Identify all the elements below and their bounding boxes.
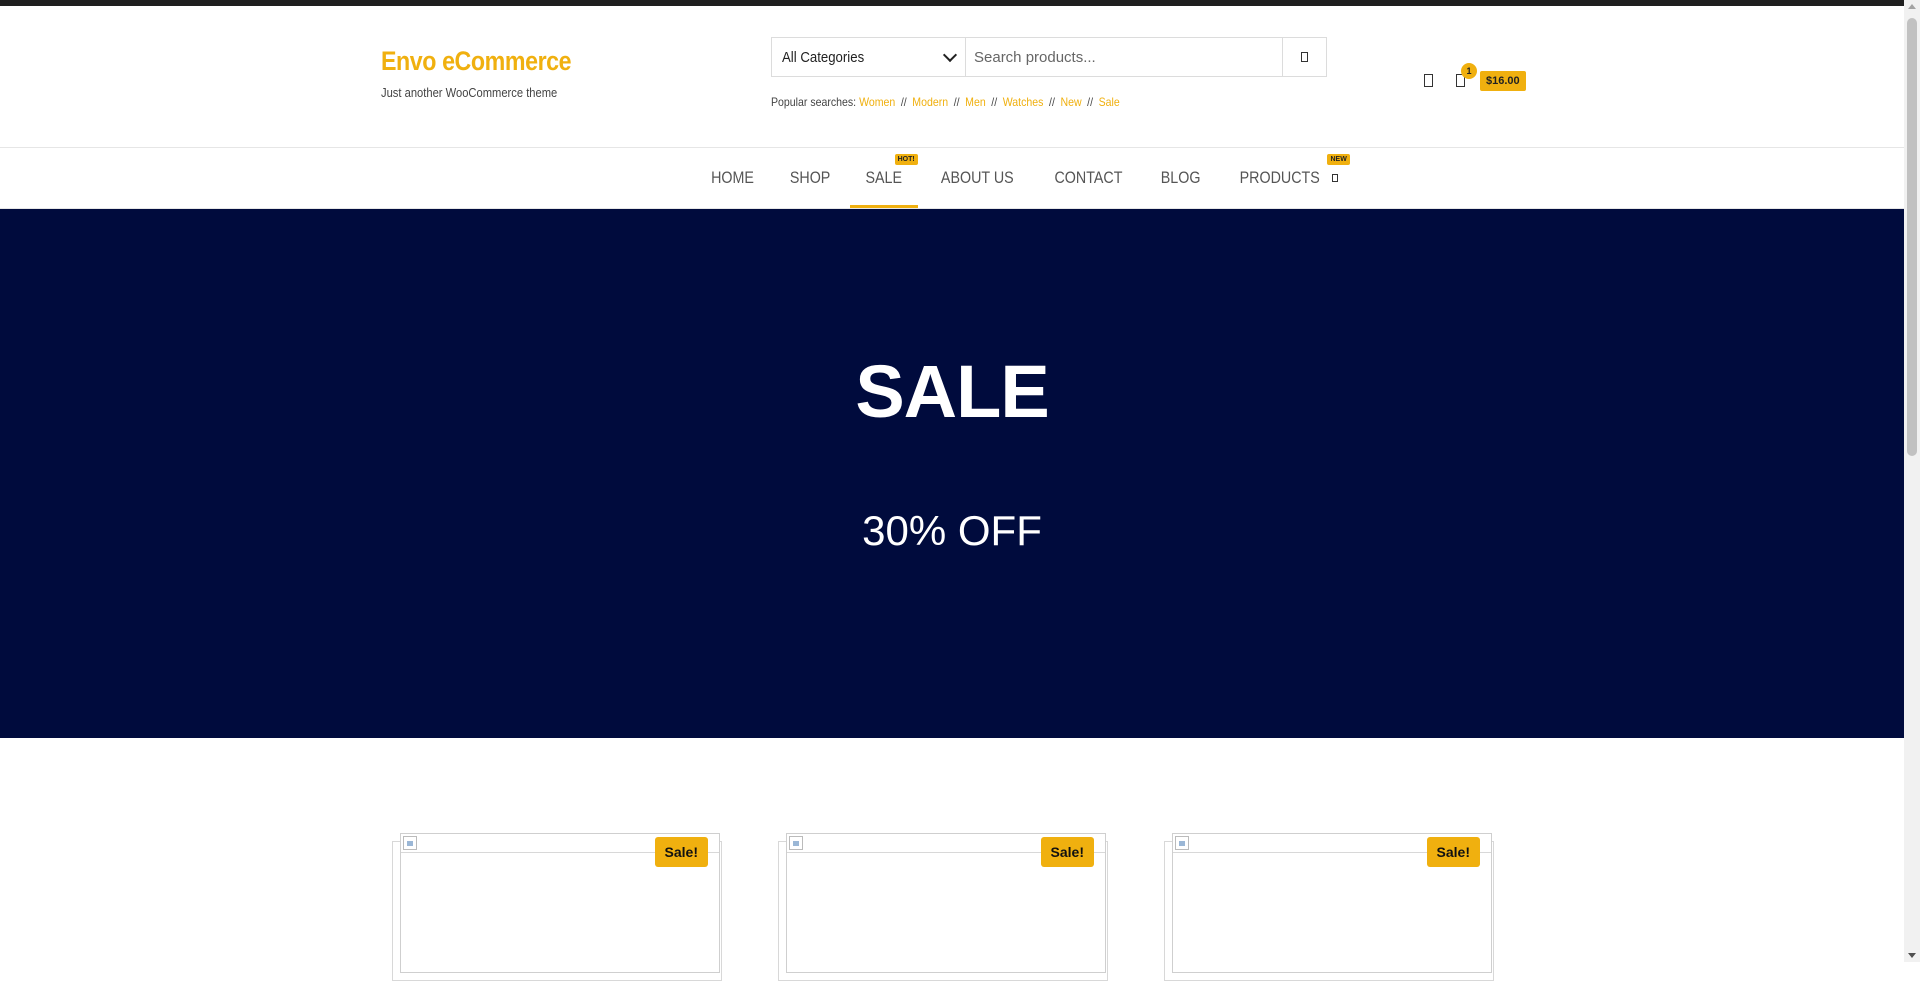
nav-item-label: BLOG — [1160, 168, 1201, 187]
scroll-up-arrow-icon[interactable] — [1908, 4, 1916, 9]
product-search-form: All Categories — [771, 37, 1327, 77]
user-icon — [1424, 74, 1433, 87]
broken-image-icon — [403, 836, 417, 850]
site-tagline: Just another WooCommerce theme — [381, 85, 558, 100]
separator: // — [953, 95, 960, 109]
popular-searches-label: Popular searches: — [771, 95, 857, 109]
nav-item-shop[interactable]: SHOP — [772, 148, 848, 208]
nav-item-label: SALE — [865, 168, 903, 187]
hero-subtitle: 30% OFF — [862, 507, 1042, 554]
popular-searches: Popular searches: Women // Modern // Men… — [771, 95, 1120, 109]
search-input[interactable] — [966, 38, 1282, 76]
popular-link-watches[interactable]: Watches — [1003, 95, 1044, 109]
dropdown-arrow-icon — [1331, 174, 1338, 182]
nav-item-label: PRODUCTS — [1240, 168, 1321, 187]
sale-hero-banner: SALE 30% OFF — [0, 209, 1904, 738]
separator: // — [900, 95, 907, 109]
hero-title: SALE — [855, 350, 1049, 433]
popular-link-men[interactable]: Men — [965, 95, 986, 109]
cart-total[interactable]: $16.00 — [1480, 71, 1526, 91]
popular-link-new[interactable]: New — [1060, 95, 1081, 109]
nav-item-about-us[interactable]: ABOUT US — [920, 148, 1035, 208]
search-button[interactable] — [1282, 38, 1326, 76]
popular-link-sale[interactable]: Sale — [1099, 95, 1120, 109]
broken-image-icon — [1175, 836, 1189, 850]
site-title-link[interactable]: Envo eCommerce — [381, 46, 572, 77]
sale-badge: Sale! — [654, 837, 708, 867]
separator: // — [1049, 95, 1055, 109]
product-card[interactable]: Sale! — [778, 833, 1108, 981]
main-navigation: HOME SHOP SALE HOT! ABOUT US CONTACT BLO… — [0, 148, 1904, 209]
page-scrollbar[interactable] — [1904, 0, 1920, 962]
product-card[interactable]: Sale! — [392, 833, 722, 981]
product-card[interactable]: Sale! — [1164, 833, 1494, 981]
nav-item-blog[interactable]: BLOG — [1143, 148, 1218, 208]
scrollbar-thumb[interactable] — [1907, 18, 1917, 456]
popular-link-women[interactable]: Women — [859, 95, 895, 109]
scroll-down-arrow-icon[interactable] — [1908, 953, 1916, 958]
search-icon — [1301, 52, 1308, 62]
account-button[interactable] — [1424, 74, 1433, 92]
separator: // — [991, 95, 998, 109]
nav-item-sale[interactable]: SALE HOT! — [848, 148, 919, 208]
nav-item-label: HOME — [711, 168, 754, 187]
nav-item-label: SHOP — [789, 168, 831, 187]
site-header: Envo eCommerce Just another WooCommerce … — [0, 6, 1904, 148]
sale-badge: Sale! — [1426, 837, 1480, 867]
brand: Envo eCommerce Just another WooCommerce … — [381, 46, 602, 100]
nav-menu: HOME SHOP SALE HOT! ABOUT US CONTACT BLO… — [693, 148, 1352, 208]
nav-item-products[interactable]: PRODUCTS NEW — [1218, 148, 1351, 208]
category-select[interactable]: All Categories — [772, 38, 966, 76]
category-select-value: All Categories — [782, 48, 865, 66]
cart-count-badge: 1 — [1461, 63, 1477, 79]
nav-item-home[interactable]: HOME — [693, 148, 772, 208]
chevron-down-icon — [942, 47, 958, 63]
broken-image-icon — [789, 836, 803, 850]
popular-link-modern[interactable]: Modern — [912, 95, 948, 109]
nav-item-label: CONTACT — [1054, 168, 1123, 187]
hot-badge: HOT! — [894, 154, 918, 165]
new-badge: NEW — [1327, 154, 1350, 165]
sale-badge: Sale! — [1040, 837, 1094, 867]
nav-item-contact[interactable]: CONTACT — [1034, 148, 1143, 208]
separator: // — [1087, 95, 1094, 109]
nav-item-label: ABOUT US — [940, 168, 1014, 187]
